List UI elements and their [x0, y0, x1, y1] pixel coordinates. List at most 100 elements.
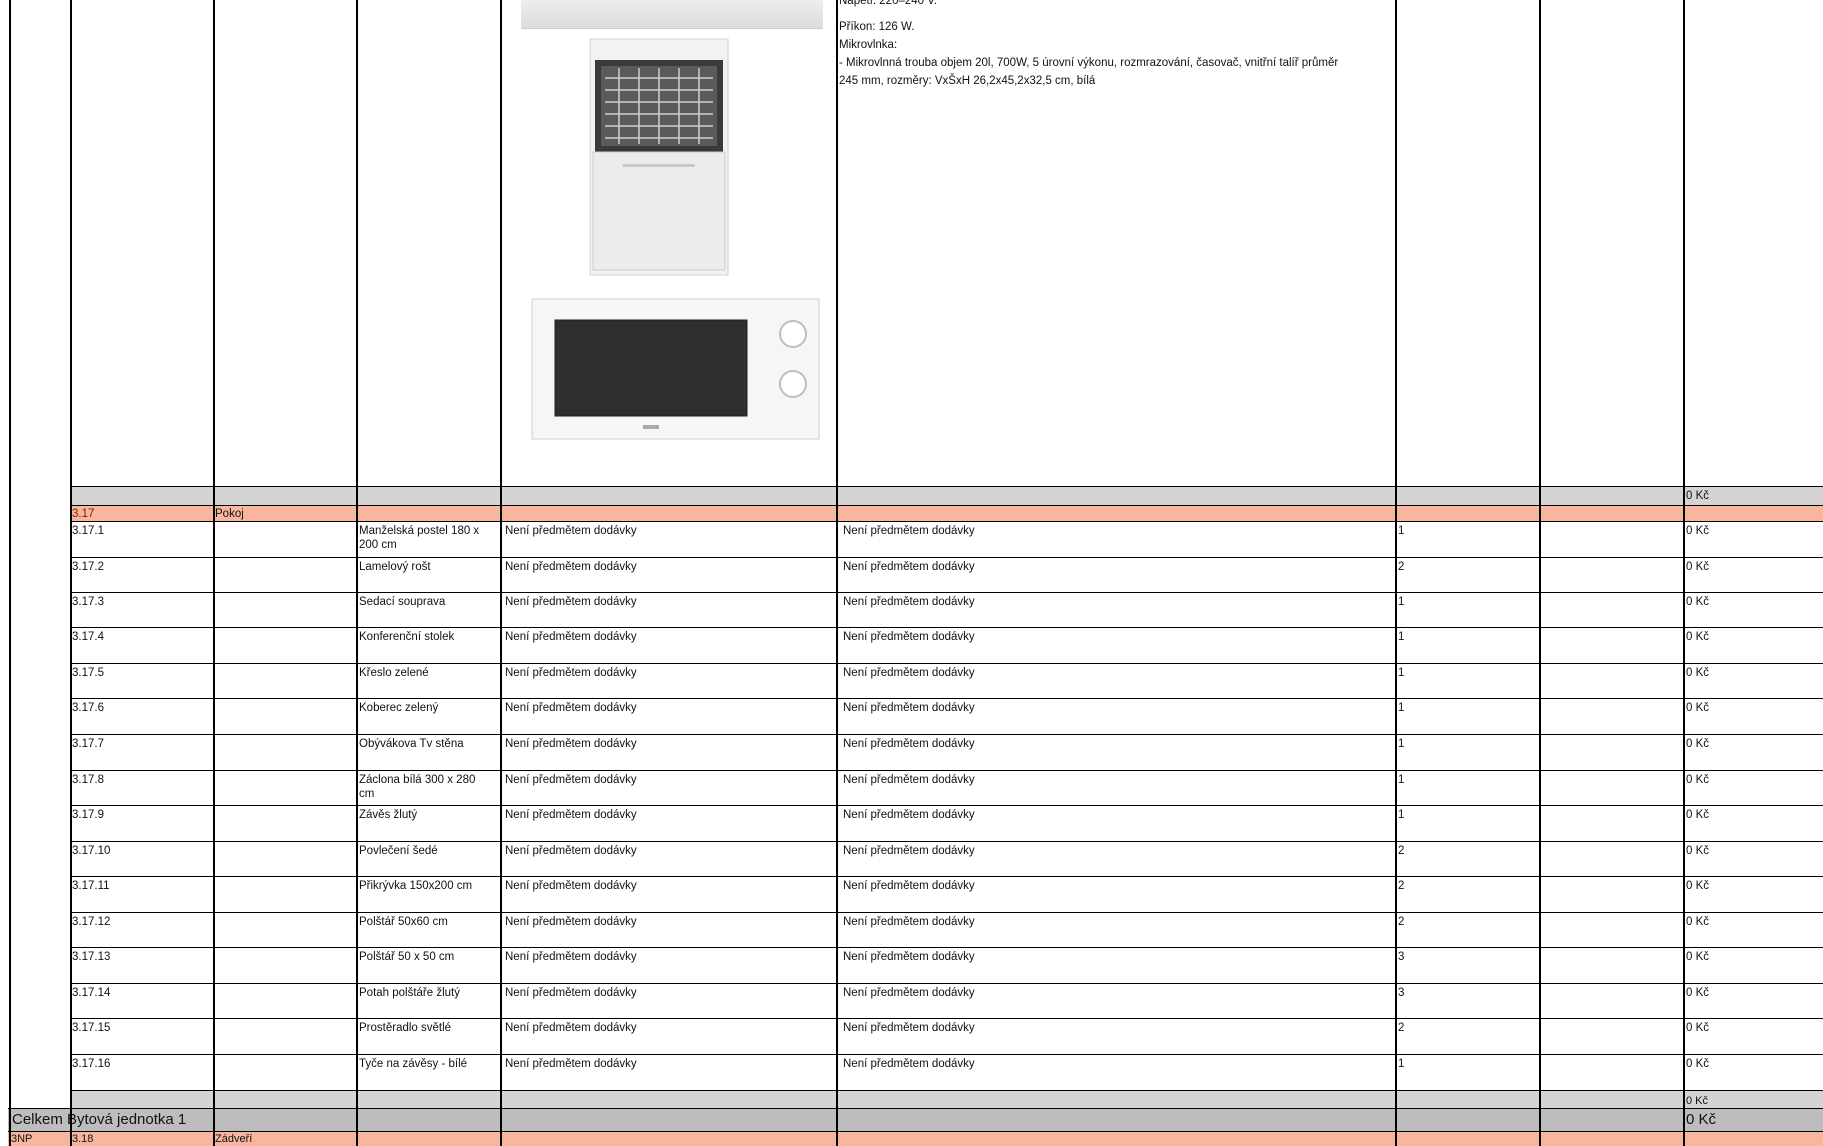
- microwave-image: [531, 298, 820, 440]
- row-spec: Není předmětem dodávky: [505, 951, 637, 963]
- column-border: [500, 0, 502, 1146]
- row-border: [70, 770, 1823, 771]
- row-spec: Není předmětem dodávky: [505, 987, 637, 999]
- row-code: 3.17.9: [72, 809, 104, 821]
- description-line-0: Napětí: 220–240 V.: [839, 0, 938, 7]
- row-spec: Není předmětem dodávky: [505, 738, 637, 750]
- row-item: Polštář 50 x 50 cm: [359, 951, 455, 963]
- row-desc: Není předmětem dodávky: [843, 951, 975, 963]
- row-desc: Není předmětem dodávky: [843, 774, 975, 786]
- row-border: [8, 1108, 1823, 1109]
- row-border: [70, 592, 1823, 593]
- total-label: Celkem Bytová jednotka 1: [12, 1111, 187, 1128]
- row-desc: Není předmětem dodávky: [843, 880, 975, 892]
- row-desc: Není předmětem dodávky: [843, 525, 975, 537]
- row-code: 3.17.8: [72, 774, 104, 786]
- row-item: Tyče na závěsy - bílé: [359, 1058, 468, 1070]
- total-price: 0 Kč: [1686, 1111, 1717, 1128]
- row-item: Potah polštáře žlutý: [359, 987, 461, 999]
- row-price: 0 Kč: [1686, 1058, 1710, 1070]
- row-price: 0 Kč: [1686, 916, 1710, 928]
- column-border: [836, 0, 838, 1146]
- column-border: [213, 0, 215, 1146]
- row-spec: Není předmětem dodávky: [505, 1058, 637, 1070]
- row-code: 3.17.10: [72, 845, 111, 857]
- row-qty: 2: [1398, 561, 1405, 573]
- row-item: Polštář 50x60 cm: [359, 916, 448, 928]
- row-border: [70, 698, 1823, 699]
- row-border: [8, 1131, 1823, 1132]
- row-desc: Není předmětem dodávky: [843, 1058, 975, 1070]
- section-header-band: [70, 505, 1823, 521]
- row-border: [70, 912, 1823, 913]
- row-code: 3.17.1: [72, 525, 104, 537]
- row-item: Křeslo zelené: [359, 667, 429, 679]
- row-code: 3.17.16: [72, 1058, 111, 1070]
- row-code: 3.17.4: [72, 631, 104, 643]
- row-price: 0 Kč: [1686, 809, 1710, 821]
- row-item: Závěs žlutý: [359, 809, 418, 821]
- column-border: [1395, 0, 1397, 1146]
- row-desc: Není předmětem dodávky: [843, 738, 975, 750]
- row-price: 0 Kč: [1686, 667, 1710, 679]
- row-qty: 1: [1398, 596, 1405, 608]
- row-qty: 2: [1398, 916, 1405, 928]
- row-desc: Není předmětem dodávky: [843, 845, 975, 857]
- row-code: 3.17.12: [72, 916, 111, 928]
- row-qty: 1: [1398, 631, 1405, 643]
- row-spec: Není předmětem dodávky: [505, 525, 637, 537]
- row-item: Konferenční stolek: [359, 631, 455, 643]
- row-price: 0 Kč: [1686, 845, 1710, 857]
- description-line-1: Příkon: 126 W.: [839, 21, 915, 33]
- row-desc: Není předmětem dodávky: [843, 561, 975, 573]
- column-border: [356, 0, 358, 1146]
- row-price: 0 Kč: [1686, 596, 1710, 608]
- row-code: 3.17.15: [72, 1022, 111, 1034]
- row-price: 0 Kč: [1686, 738, 1710, 750]
- row-item: Manželská postel 180 x 200 cm: [359, 525, 480, 551]
- row-qty: 1: [1398, 809, 1405, 821]
- subtotal-band-section: [70, 1091, 1823, 1108]
- row-border: [70, 947, 1823, 948]
- row-qty: 2: [1398, 1022, 1405, 1034]
- column-border: [1683, 0, 1685, 1146]
- row-desc: Není předmětem dodávky: [843, 702, 975, 714]
- spreadsheet: Napětí: 220–240 V. Příkon: 126 W. Mikrov…: [0, 0, 1823, 1146]
- row-qty: 1: [1398, 667, 1405, 679]
- row-price: 0 Kč: [1686, 561, 1710, 573]
- row-item: Povlečení šedé: [359, 845, 438, 857]
- row-border: [70, 1018, 1823, 1019]
- row-border: [70, 841, 1823, 842]
- next-section-band: [8, 1131, 1823, 1146]
- subtotal-band-prev: [70, 487, 1823, 505]
- row-item: Prostěradlo světlé: [359, 1022, 452, 1034]
- row-price: 0 Kč: [1686, 702, 1710, 714]
- row-qty: 1: [1398, 1058, 1405, 1070]
- row-desc: Není předmětem dodávky: [843, 596, 975, 608]
- row-spec: Není předmětem dodávky: [505, 774, 637, 786]
- row-item: Lamelový rošt: [359, 561, 431, 573]
- next-section-floor: 3NP: [11, 1133, 33, 1145]
- row-desc: Není předmětem dodávky: [843, 809, 975, 821]
- row-code: 3.17.11: [72, 880, 110, 892]
- column-border: [1539, 0, 1541, 1146]
- section-code: 3.17: [72, 508, 95, 520]
- dishwasher-image: [589, 38, 729, 276]
- row-price: 0 Kč: [1686, 631, 1710, 643]
- description-line-4: 245 mm, rozměry: VxŠxH 26,2x45,2x32,5 cm…: [839, 75, 1096, 87]
- row-code: 3.17.5: [72, 667, 104, 679]
- row-spec: Není předmětem dodávky: [505, 702, 637, 714]
- row-spec: Není předmětem dodávky: [505, 1022, 637, 1034]
- row-spec: Není předmětem dodávky: [505, 667, 637, 679]
- row-code: 3.17.14: [72, 987, 111, 999]
- description-line-3: - Mikrovlnná trouba objem 20l, 700W, 5 ú…: [839, 57, 1339, 69]
- row-spec: Není předmětem dodávky: [505, 561, 637, 573]
- section-name: Pokoj: [215, 508, 244, 520]
- previous-image-edge: [521, 0, 823, 29]
- row-qty: 2: [1398, 880, 1405, 892]
- row-qty: 2: [1398, 845, 1405, 857]
- row-border: [70, 983, 1823, 984]
- row-border: [70, 876, 1823, 877]
- row-spec: Není předmětem dodávky: [505, 596, 637, 608]
- row-price: 0 Kč: [1686, 1022, 1710, 1034]
